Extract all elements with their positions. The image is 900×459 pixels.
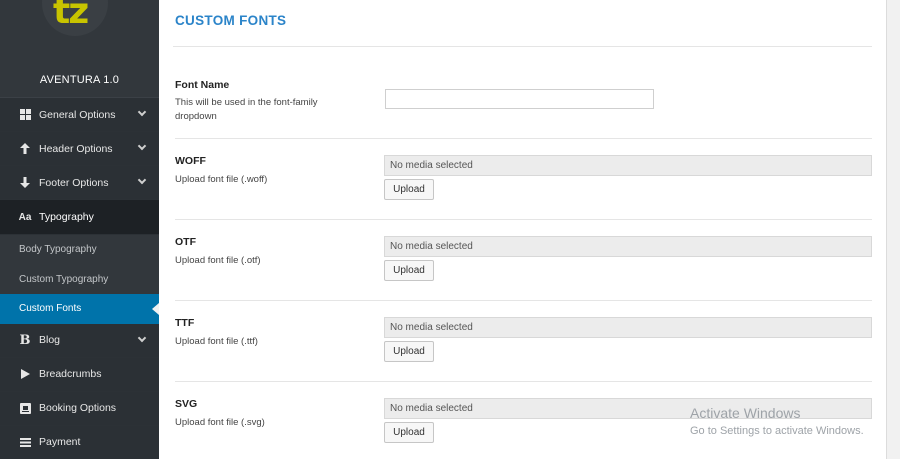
otf-upload-button[interactable]: Upload <box>384 260 434 281</box>
arrow-down-icon <box>18 177 32 188</box>
field-description: This will be used in the font-family dro… <box>175 97 318 122</box>
sidebar-item-label: Typography <box>39 211 94 223</box>
sidebar-item-label: General Options <box>39 108 116 121</box>
field-description: Upload font file (.woff) <box>175 174 268 185</box>
woff-row: WOFF Upload font file (.woff) No media s… <box>175 139 872 220</box>
otf-media-field: No media selected <box>384 236 872 257</box>
arrow-up-icon <box>18 143 32 154</box>
field-description: Upload font file (.ttf) <box>175 336 258 347</box>
section-header: CUSTOM FONTS <box>173 0 872 47</box>
booking-icon <box>18 402 32 414</box>
sidebar-item-label: Payment <box>39 436 81 448</box>
sidebar-item-label: Breadcrumbs <box>39 368 102 380</box>
otf-row: OTF Upload font file (.otf) No media sel… <box>175 220 872 301</box>
field-label: Font Name <box>175 79 230 91</box>
sidebar-item-header-options[interactable]: Header Options <box>0 132 159 166</box>
woff-media-field: No media selected <box>384 155 872 176</box>
sidebar-item-blog[interactable]: B Blog <box>0 323 159 358</box>
field-label: SVG <box>175 398 198 410</box>
grid-icon <box>18 109 32 120</box>
sidebar-item-booking-options[interactable]: Booking Options <box>0 391 159 426</box>
page-title: CUSTOM FONTS <box>175 13 287 28</box>
typography-icon: Aa <box>18 211 32 223</box>
field-label: OTF <box>175 236 196 248</box>
theme-name: AVENTURA 1.0 <box>39 74 120 86</box>
field-description: Upload font file (.otf) <box>175 255 261 266</box>
activation-watermark-title: Activate Windows <box>690 405 801 421</box>
sidebar-item-label: Footer Options <box>39 176 109 189</box>
chevron-down-icon <box>137 141 147 151</box>
sidebar-item-payment[interactable]: Payment <box>0 425 159 459</box>
logo: tz <box>53 0 89 32</box>
ttf-upload-button[interactable]: Upload <box>384 341 434 362</box>
woff-upload-button[interactable]: Upload <box>384 179 434 200</box>
ttf-media-field: No media selected <box>384 317 872 338</box>
field-description: Upload font file (.svg) <box>175 417 265 428</box>
sidebar-item-typography[interactable]: Aa Typography <box>0 200 159 235</box>
font-name-row: Font Name This will be used in the font-… <box>175 48 872 139</box>
play-icon <box>18 369 32 379</box>
logo-area: tz AVENTURA 1.0 <box>0 0 159 98</box>
sidebar-item-label: Booking Options <box>39 402 117 414</box>
payment-icon <box>18 437 32 447</box>
sidebar-item-label: Blog <box>39 334 61 346</box>
sidebar-item-breadcrumbs[interactable]: Breadcrumbs <box>0 357 159 392</box>
bold-b-icon: B <box>19 332 31 348</box>
sidebar-item-general-options[interactable]: General Options <box>0 98 159 132</box>
ttf-row: TTF Upload font file (.ttf) No media sel… <box>175 301 872 382</box>
options-panel: CUSTOM FONTS Font Name This will be used… <box>159 0 886 459</box>
font-name-input[interactable] <box>385 89 654 109</box>
field-label: WOFF <box>175 155 206 167</box>
chevron-down-icon <box>137 107 147 117</box>
svg-upload-button[interactable]: Upload <box>384 422 434 443</box>
sidebar-item-label: Header Options <box>39 142 113 155</box>
chevron-down-icon <box>137 333 147 342</box>
chevron-down-icon <box>137 175 147 185</box>
typography-submenu: Body Typography Custom Typography Custom… <box>0 235 159 324</box>
scrollbar[interactable] <box>886 0 900 459</box>
submenu-item-body-typography[interactable]: Body Typography <box>0 235 159 265</box>
field-label: TTF <box>175 317 195 329</box>
submenu-item-custom-typography[interactable]: Custom Typography <box>0 265 159 295</box>
activation-watermark-subtitle: Go to Settings to activate Windows. <box>690 425 864 437</box>
sidebar: tz AVENTURA 1.0 General Options Header O… <box>0 0 159 459</box>
sidebar-item-footer-options[interactable]: Footer Options <box>0 166 159 200</box>
submenu-item-custom-fonts[interactable]: Custom Fonts <box>0 294 159 324</box>
